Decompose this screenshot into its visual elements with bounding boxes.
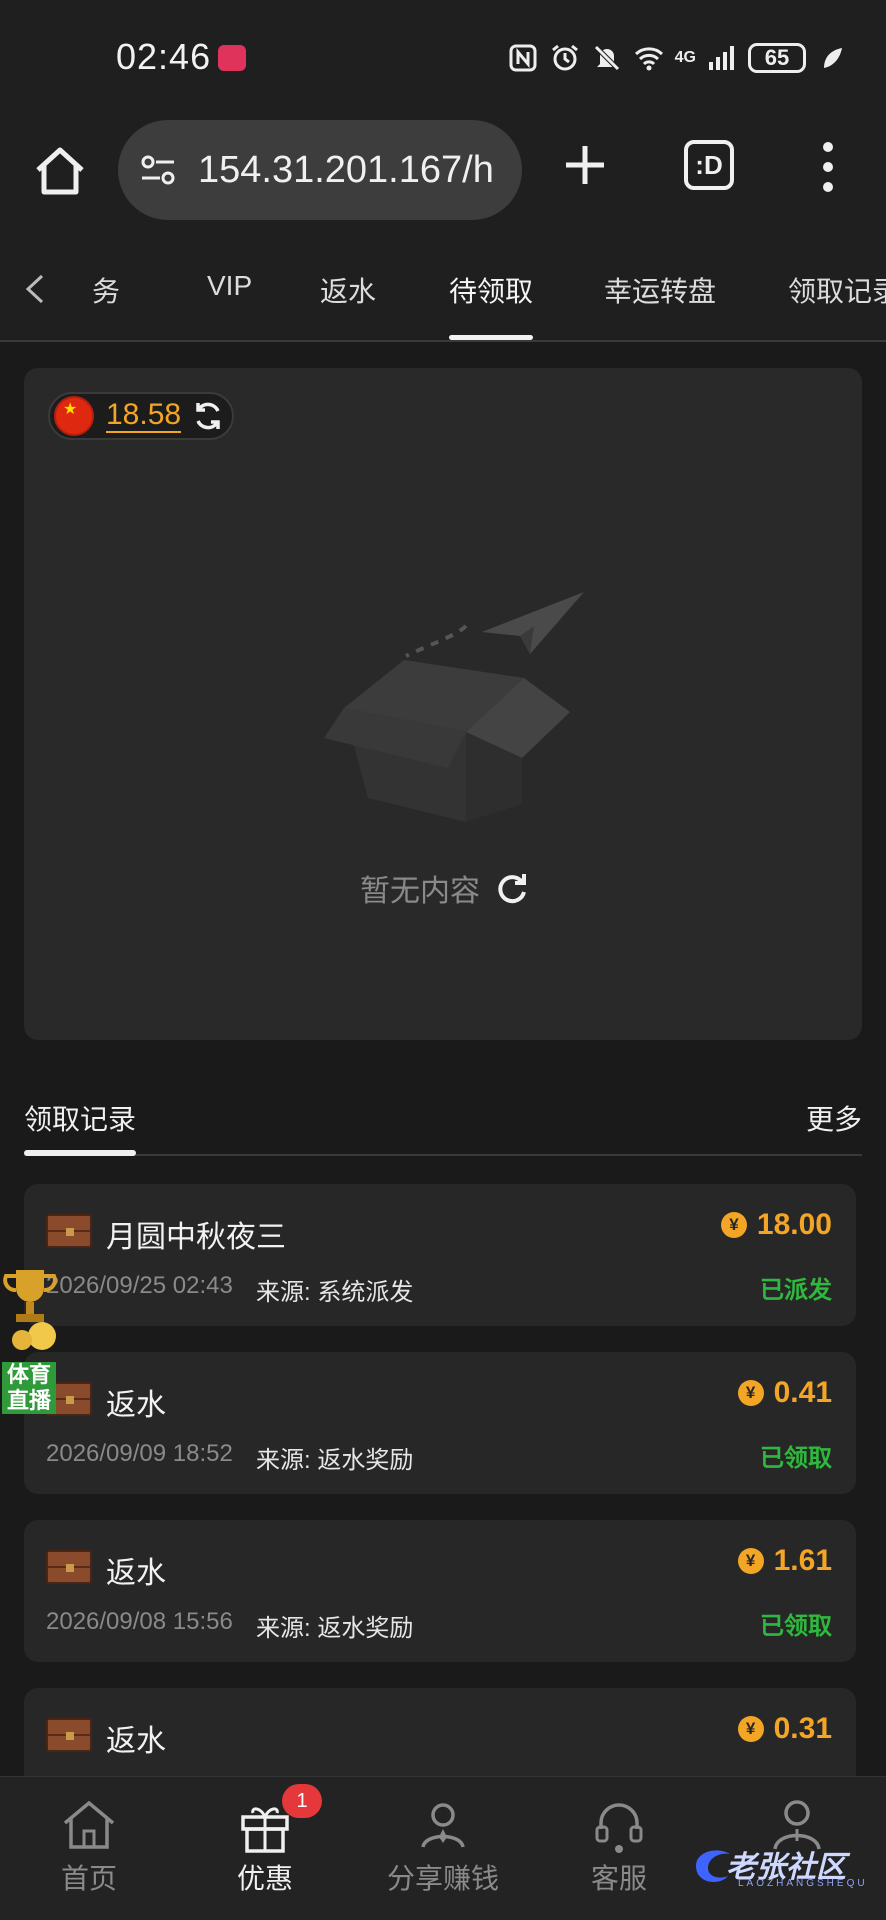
tab-switcher-button[interactable]: :D [684, 140, 734, 190]
home-icon[interactable] [30, 142, 90, 202]
leaf-icon [824, 48, 842, 68]
site-settings-icon[interactable] [138, 150, 178, 190]
nfc-icon [509, 44, 537, 72]
browser-toolbar: 154.31.201.167/h :D [0, 112, 886, 236]
browser-menu-button[interactable] [820, 142, 836, 192]
headset-icon [595, 1803, 643, 1853]
sports-label-line1: 体育 [2, 1362, 56, 1388]
pending-rewards-panel: 18.58 暂无内容 [24, 368, 862, 1040]
record-source: 来源: 系统派发 [256, 1279, 414, 1306]
chevron-left-icon[interactable] [22, 272, 52, 306]
tab-vip[interactable]: VIP [207, 270, 252, 302]
record-card[interactable]: 返水 ¥1.61 2026/09/08 15:56 来源: 返水奖励 已领取 [24, 1520, 856, 1662]
trophy-icon [3, 1270, 57, 1350]
empty-state: 暂无内容 [360, 866, 530, 910]
more-link[interactable]: 更多 [806, 1098, 862, 1138]
active-tab-indicator [449, 335, 533, 340]
yen-coin-icon: ¥ [737, 1716, 764, 1742]
record-title: 返水 [106, 1557, 166, 1590]
record-title: 返水 [106, 1725, 166, 1758]
promotions-badge: 1 [282, 1784, 322, 1818]
treasure-chest-icon [46, 1550, 92, 1584]
records-heading: 领取记录 [24, 1104, 137, 1135]
status-bar: 02:46 4G 65 [0, 0, 886, 112]
huawei-app-icon [218, 45, 246, 71]
tab-pending[interactable]: 待领取 [449, 270, 533, 310]
record-date: 2026/09/08 15:56 [46, 1608, 233, 1635]
refresh-balance-icon[interactable] [191, 399, 225, 433]
tab-tasks[interactable]: 务 [92, 270, 120, 310]
yen-coin-icon: ¥ [737, 1548, 764, 1574]
empty-box-illustration [324, 592, 584, 822]
treasure-chest-icon [46, 1718, 92, 1752]
tab-claim-records[interactable]: 领取记录 [788, 270, 886, 310]
status-time: 02:46 [116, 36, 212, 77]
record-card[interactable]: 返水 ¥0.41 2026/09/09 18:52 来源: 返水奖励 已领取 [24, 1352, 856, 1494]
record-amount: ¥1.61 [737, 1544, 832, 1578]
yen-coin-icon: ¥ [720, 1212, 747, 1238]
empty-state-text: 暂无内容 [360, 875, 480, 908]
network-type: 4G [674, 49, 696, 66]
mute-icon [593, 45, 620, 71]
battery-indicator: 65 [748, 43, 806, 73]
record-title: 返水 [106, 1389, 166, 1422]
nav-share-earn-label: 分享赚钱 [386, 1863, 499, 1894]
home-icon [63, 1800, 115, 1849]
address-bar[interactable]: 154.31.201.167/h [118, 120, 522, 220]
record-source: 来源: 返水奖励 [256, 1447, 414, 1474]
treasure-chest-icon [46, 1214, 92, 1248]
record-date: 2026/09/25 02:43 [46, 1272, 233, 1299]
tab-lucky-wheel[interactable]: 幸运转盘 [604, 270, 716, 310]
nav-support-label: 客服 [590, 1863, 647, 1894]
alarm-icon [551, 44, 578, 71]
divider [24, 1154, 862, 1156]
record-amount: ¥18.00 [720, 1208, 832, 1242]
users-icon [421, 1803, 465, 1848]
record-status: 已领取 [760, 1445, 832, 1472]
sports-live-widget[interactable]: 体育 直播 [0, 1266, 60, 1416]
nav-home-label: 首页 [60, 1863, 117, 1894]
nav-support[interactable]: 客服 [544, 1787, 694, 1907]
record-amount: ¥0.31 [737, 1712, 832, 1746]
record-title: 月圆中秋夜三 [106, 1221, 286, 1254]
watermark-logo: 老张社区 LAOZHANGSHEQU [686, 1836, 876, 1896]
signal-icon [709, 46, 734, 70]
record-amount: ¥0.41 [737, 1376, 832, 1410]
reload-icon[interactable] [494, 870, 530, 906]
record-card[interactable]: 月圆中秋夜三 ¥18.00 2026/09/25 02:43 来源: 系统派发 … [24, 1184, 856, 1326]
china-flag-icon [54, 396, 94, 436]
tab-rebate[interactable]: 返水 [320, 270, 376, 310]
wifi-icon [634, 47, 663, 71]
record-status: 已派发 [760, 1277, 832, 1304]
nav-share-earn[interactable]: 分享赚钱 [368, 1787, 518, 1907]
sports-label-line2: 直播 [2, 1388, 56, 1414]
record-date: 2026/09/09 18:52 [46, 1440, 233, 1467]
category-tabs: 务 VIP 返水 待领取 幸运转盘 领取记录 [0, 236, 886, 342]
records-tab-indicator [24, 1150, 136, 1156]
balance-value: 18.58 [106, 398, 182, 433]
balance-pill: 18.58 [48, 392, 234, 440]
nav-home[interactable]: 首页 [14, 1787, 164, 1907]
yen-coin-icon: ¥ [737, 1380, 764, 1406]
url-text[interactable]: 154.31.201.167/h [198, 149, 508, 192]
record-status: 已领取 [760, 1613, 832, 1640]
new-tab-icon[interactable] [560, 140, 610, 190]
nav-promotions-label: 优惠 [236, 1863, 293, 1894]
record-source: 来源: 返水奖励 [256, 1615, 414, 1642]
status-icons: 4G 65 [507, 38, 848, 78]
